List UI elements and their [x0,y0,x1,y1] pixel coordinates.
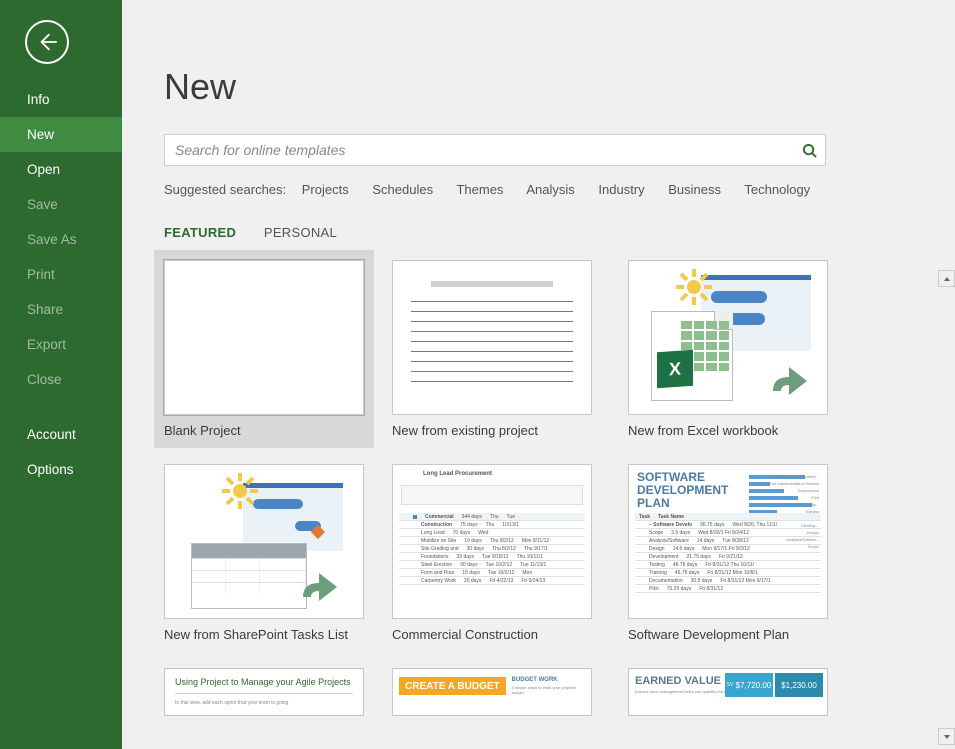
template-earned-value[interactable]: EARNED VALUE Earned value management hel… [628,668,828,716]
nav-account[interactable]: Account [0,417,122,452]
nav-save-as: Save As [0,222,122,257]
sun-icon [674,267,714,312]
nav-info[interactable]: Info [0,82,122,117]
suggested-business[interactable]: Business [668,182,721,197]
excel-icon: X [657,350,693,389]
suggested-searches: Suggested searches: Projects Schedules T… [164,182,913,197]
back-button[interactable] [25,20,69,64]
sun-icon [220,471,260,516]
suggested-label: Suggested searches: [164,182,286,197]
suggested-analysis[interactable]: Analysis [526,182,574,197]
template-label: Software Development Plan [628,627,828,642]
template-blank-project[interactable]: Blank Project [154,250,374,448]
template-grid: Blank Project New from SharePoint Tasks … [164,260,954,732]
template-label: Commercial Construction [392,627,592,642]
template-software-development[interactable]: SOFTWARE DEVELOPMENT PLAN Software devel… [628,464,828,642]
page-title: New [164,66,913,108]
nav-open[interactable]: Open [0,152,122,187]
template-label: New from Excel workbook [628,423,828,438]
template-agile[interactable]: Using Project to Manage your Agile Proje… [164,668,364,716]
nav-export: Export [0,327,122,362]
nav-close: Close [0,362,122,397]
template-search-box[interactable] [164,134,826,166]
search-icon[interactable] [799,140,819,160]
tab-personal[interactable]: PERSONAL [264,225,337,240]
nav-share: Share [0,292,122,327]
scroll-up-button[interactable] [938,270,955,287]
import-arrow-icon [293,553,347,612]
import-arrow-icon [763,347,817,406]
template-label: New from SharePoint Tasks List [164,627,364,642]
nav-save: Save [0,187,122,222]
tab-featured[interactable]: FEATURED [164,225,236,240]
nav-print: Print [0,257,122,292]
template-commercial-construction[interactable]: Long Lead Procurement Commercial344 days… [392,464,592,642]
nav-new[interactable]: New [0,117,122,152]
template-label: New from existing project [392,423,592,438]
nav-options[interactable]: Options [0,452,122,487]
template-new-from-excel[interactable]: X New from Excel workbook [628,260,828,438]
template-label: Blank Project [164,423,364,438]
template-budget[interactable]: CREATE A BUDGETBUDGET WORK5 simple steps… [392,668,592,716]
scroll-down-button[interactable] [938,728,955,745]
vertical-scrollbar[interactable] [938,270,955,745]
suggested-projects[interactable]: Projects [302,182,349,197]
suggested-themes[interactable]: Themes [456,182,503,197]
main-panel: New Suggested searches: Projects Schedul… [122,0,955,749]
backstage-sidebar: Info New Open Save Save As Print Share E… [0,0,122,749]
template-search-input[interactable] [175,135,789,165]
suggested-technology[interactable]: Technology [744,182,810,197]
suggested-industry[interactable]: Industry [598,182,644,197]
template-sharepoint-tasks[interactable]: New from SharePoint Tasks List [164,464,364,642]
template-tabs: FEATURED PERSONAL [164,225,913,240]
template-new-from-existing[interactable]: New from existing project [392,260,592,438]
suggested-schedules[interactable]: Schedules [372,182,433,197]
